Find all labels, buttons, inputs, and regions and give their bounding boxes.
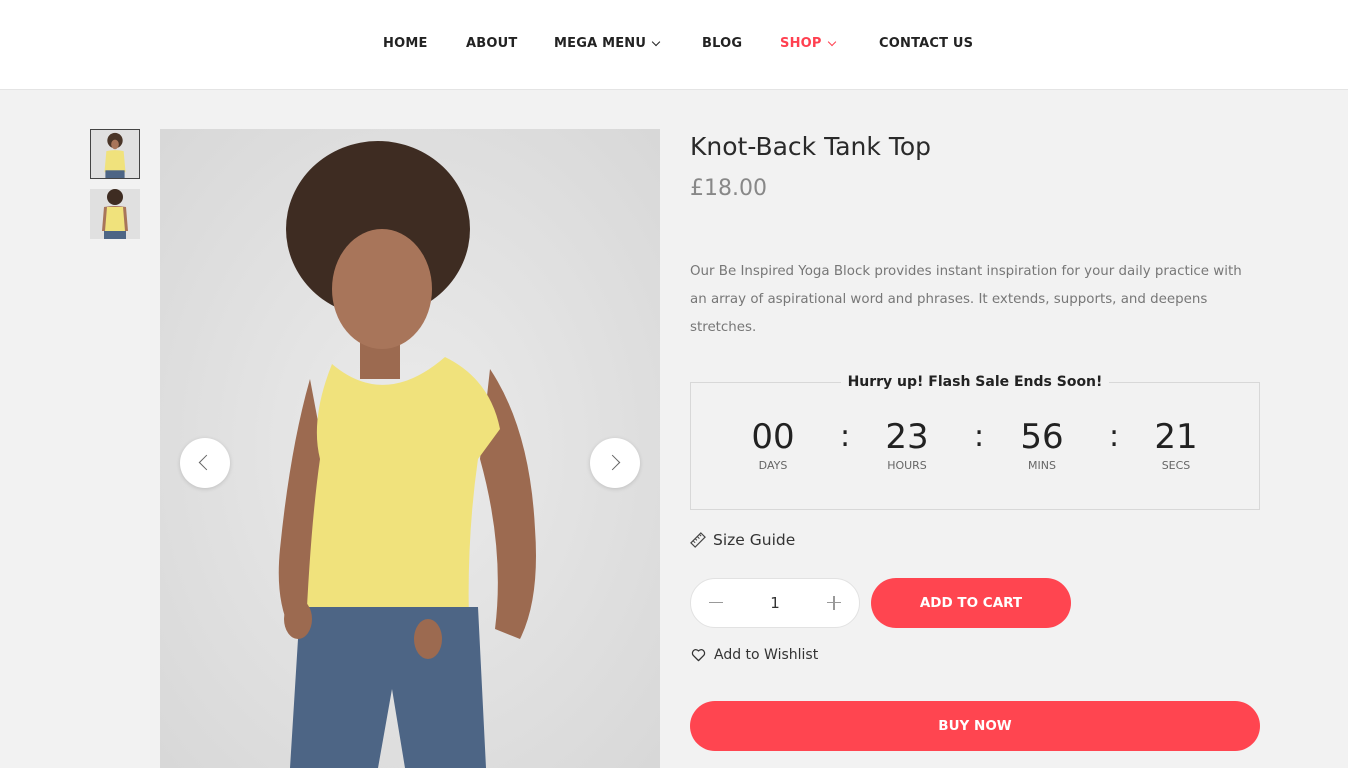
main-nav: HOME ABOUT MEGA MENU BLOG SHOP CONTACT U… <box>0 36 1348 56</box>
add-to-wishlist-link[interactable]: Add to Wishlist <box>691 647 818 663</box>
countdown-separator: : <box>1109 419 1120 454</box>
heart-icon <box>691 649 706 662</box>
quantity-stepper <box>690 578 860 628</box>
countdown-mins: 56 MINS <box>1002 417 1082 472</box>
nav-item-label: CONTACT US <box>879 36 974 51</box>
chevron-down-icon <box>651 37 661 46</box>
countdown-value: 21 <box>1154 417 1198 457</box>
chevron-left-icon <box>198 454 215 471</box>
countdown-title: Hurry up! Flash Sale Ends Soon! <box>841 374 1109 390</box>
nav-item-label: HOME <box>383 36 428 51</box>
countdown-secs: 21 SECS <box>1136 417 1216 472</box>
countdown-separator: : <box>974 419 985 454</box>
next-image-button[interactable] <box>590 438 640 488</box>
site-header: HOME ABOUT MEGA MENU BLOG SHOP CONTACT U… <box>0 0 1348 90</box>
product-price: £18.00 <box>690 176 767 201</box>
nav-item-home[interactable]: HOME <box>383 36 428 51</box>
countdown-value: 00 <box>751 417 795 457</box>
product-thumbnail-front[interactable] <box>90 129 140 179</box>
nav-item-contact-us[interactable]: CONTACT US <box>879 36 973 51</box>
product-title: Knot-Back Tank Top <box>690 132 932 161</box>
flash-sale-countdown: Hurry up! Flash Sale Ends Soon! 00 DAYS … <box>690 374 1260 510</box>
nav-item-blog[interactable]: BLOG <box>702 36 742 51</box>
nav-item-label: MEGA MENU <box>554 36 647 51</box>
nav-item-label: ABOUT <box>466 36 518 51</box>
quantity-decrease-button[interactable] <box>696 579 736 627</box>
countdown-label: DAYS <box>758 459 788 472</box>
nav-item-label: BLOG <box>702 36 743 51</box>
countdown-hours: 23 HOURS <box>867 417 947 472</box>
quantity-increase-button[interactable] <box>814 579 854 627</box>
product-thumbnail-back[interactable] <box>90 189 140 239</box>
nav-item-label: SHOP <box>780 36 822 51</box>
countdown-days: 00 DAYS <box>733 417 813 472</box>
countdown-value: 23 <box>885 417 929 457</box>
minus-icon <box>709 602 723 604</box>
countdown-label: SECS <box>1161 459 1191 472</box>
tank-top-back-thumbnail <box>90 189 140 239</box>
countdown-separator: : <box>840 419 851 454</box>
model-photo <box>160 129 660 768</box>
quantity-input[interactable] <box>741 579 809 627</box>
countdown-label: MINS <box>1028 459 1056 472</box>
nav-item-shop[interactable]: SHOP <box>780 36 836 51</box>
countdown-label: HOURS <box>887 459 927 472</box>
size-guide-link[interactable]: Size Guide <box>690 531 795 549</box>
chevron-down-icon <box>827 37 836 46</box>
tank-top-front-thumbnail <box>91 130 139 178</box>
chevron-right-icon <box>604 454 621 471</box>
product-description: Our Be Inspired Yoga Block provides inst… <box>690 264 1242 335</box>
product-main-image <box>160 129 660 768</box>
size-guide-label: Size Guide <box>713 531 796 549</box>
ruler-icon <box>690 532 706 548</box>
nav-item-mega-menu[interactable]: MEGA MENU <box>554 36 661 51</box>
plus-icon-vertical <box>833 596 835 610</box>
buy-now-button[interactable]: BUY NOW <box>690 701 1260 751</box>
add-to-cart-button[interactable]: ADD TO CART <box>871 578 1071 628</box>
prev-image-button[interactable] <box>180 438 230 488</box>
wishlist-label: Add to Wishlist <box>714 647 819 663</box>
nav-item-about[interactable]: ABOUT <box>466 36 517 51</box>
countdown-value: 56 <box>1020 417 1064 457</box>
